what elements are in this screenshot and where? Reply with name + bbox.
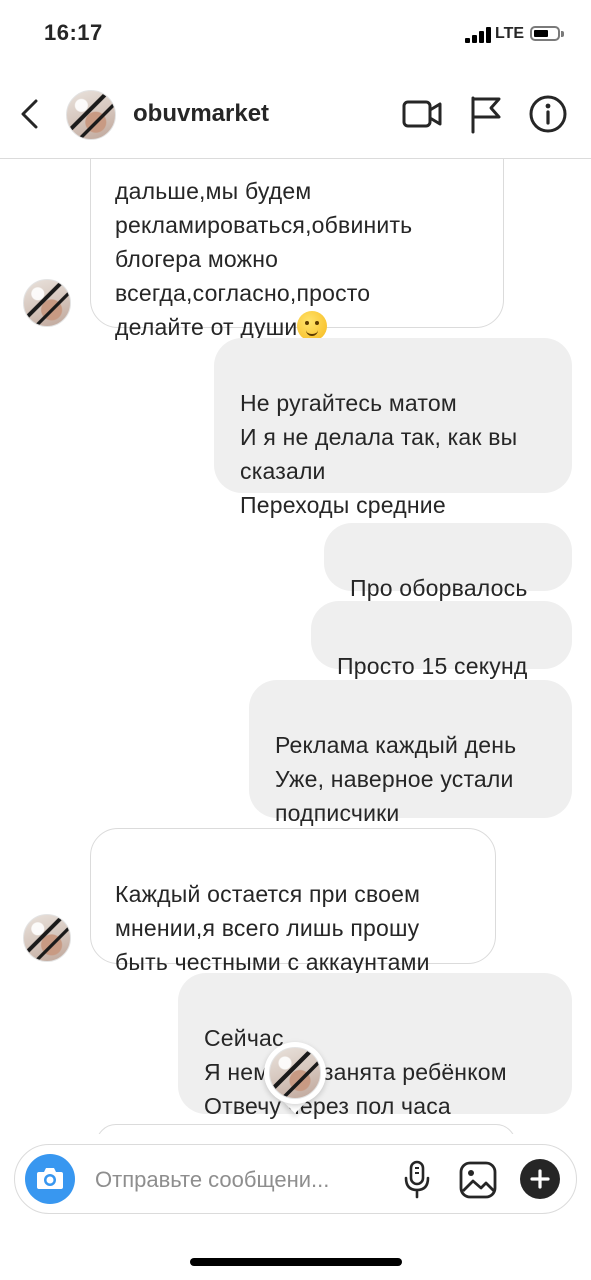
message-text: Каждый остается при своем мнении,я всего… xyxy=(115,881,430,975)
battery-icon xyxy=(530,26,564,41)
sender-avatar[interactable] xyxy=(23,914,71,962)
message-outgoing[interactable]: Сейчас Я немного занята ребёнком Отвечу … xyxy=(178,973,572,1119)
message-outgoing[interactable]: Про оборвалось xyxy=(324,523,572,601)
message-outgoing[interactable]: Не ругайтесь матом И я не делала так, ка… xyxy=(214,338,572,518)
header-avatar[interactable] xyxy=(66,90,116,140)
camera-button[interactable] xyxy=(25,1154,75,1204)
message-composer xyxy=(14,1144,577,1214)
message-text: Не ругайтесь матом И я не делала так, ка… xyxy=(240,390,518,518)
info-icon xyxy=(529,95,567,133)
flag-icon xyxy=(471,96,501,134)
header-username[interactable]: obuvmarket xyxy=(133,100,269,128)
voice-message-button[interactable] xyxy=(401,1159,433,1206)
signal-icon xyxy=(465,27,491,43)
message-text: Сейчас Я немного занята ребёнком Отвечу … xyxy=(204,1025,507,1119)
back-button[interactable] xyxy=(14,92,54,136)
chevron-left-icon xyxy=(21,99,38,129)
sender-avatar[interactable] xyxy=(23,279,71,327)
gallery-button[interactable] xyxy=(458,1160,498,1205)
video-camera-icon xyxy=(402,100,442,128)
hugging-face-icon xyxy=(297,311,328,341)
message-input[interactable] xyxy=(95,1165,395,1195)
message-outgoing[interactable]: Просто 15 секунд xyxy=(311,601,572,679)
seen-indicator-avatar xyxy=(264,1042,326,1116)
message-incoming[interactable]: дальше,мы будем рекламироваться,обвинить… xyxy=(90,158,504,341)
message-text: Просто 15 секунд xyxy=(337,653,528,679)
more-options-button[interactable] xyxy=(520,1159,560,1199)
microphone-icon xyxy=(404,1160,430,1199)
message-text: Реклама каждый день Уже, наверное устали… xyxy=(275,732,517,826)
status-bar: 16:17 LTE xyxy=(0,0,591,72)
chat-header: obuvmarket xyxy=(0,72,591,159)
status-time: 16:17 xyxy=(44,20,103,45)
video-call-button[interactable] xyxy=(402,96,442,137)
image-icon xyxy=(459,1161,497,1199)
message-thread[interactable]: дальше,мы будем рекламироваться,обвинить… xyxy=(0,158,591,1134)
message-incoming[interactable]: Каждый остается при своем мнении,я всего… xyxy=(90,828,496,975)
home-indicator[interactable] xyxy=(190,1258,402,1266)
info-button[interactable] xyxy=(528,94,568,139)
report-button[interactable] xyxy=(469,94,503,139)
message-outgoing[interactable]: Реклама каждый день Уже, наверное устали… xyxy=(249,680,572,826)
plus-icon xyxy=(530,1169,550,1189)
network-label: LTE xyxy=(495,25,525,42)
message-text: Про оборвалось xyxy=(350,575,528,601)
message-text: дальше,мы будем рекламироваться,обвинить… xyxy=(115,178,413,340)
camera-icon xyxy=(37,1168,63,1189)
message-incoming[interactable] xyxy=(96,1124,516,1134)
